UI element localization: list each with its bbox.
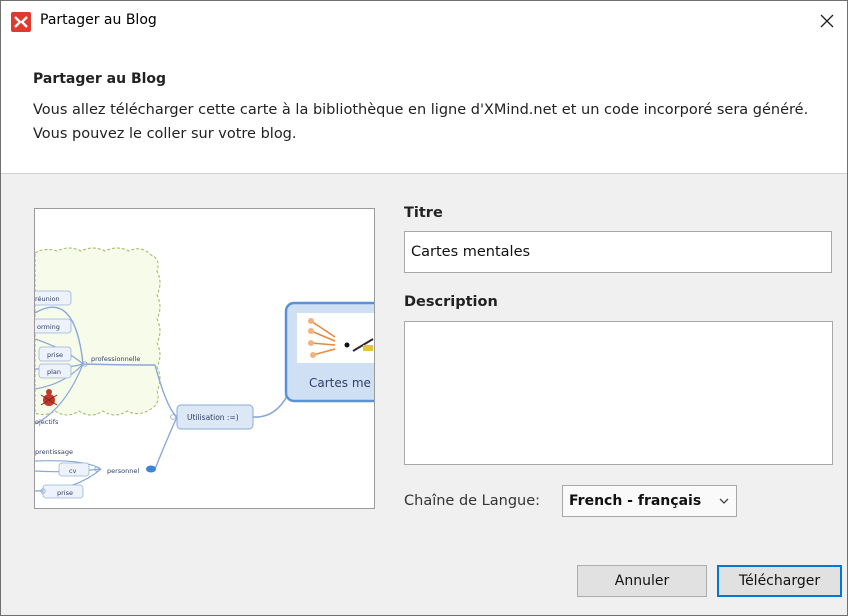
language-value: French - français	[569, 493, 702, 509]
node-prise-2: prise	[57, 489, 73, 497]
node-personnel: personnel	[107, 467, 139, 475]
node-storming: orming	[37, 323, 60, 331]
upload-button[interactable]: Télécharger	[717, 565, 842, 597]
node-prise: prise	[47, 351, 63, 359]
node-reunion: réunion	[35, 295, 60, 303]
dialog-header: Partager au Blog Vous allez télécharger …	[1, 41, 847, 174]
node-objectifs: ojectifs	[35, 418, 59, 426]
central-node-label: Cartes me	[309, 376, 371, 390]
cancel-button[interactable]: Annuler	[577, 565, 707, 597]
node-plan: plan	[47, 368, 61, 376]
title-bar: Partager au Blog	[1, 1, 847, 41]
map-preview: réunion orming prise plan ojectifs profe…	[34, 208, 375, 509]
node-cv: cv	[69, 467, 77, 475]
language-select[interactable]: French - français	[562, 485, 737, 517]
xmind-logo-icon	[11, 12, 31, 32]
description-textarea[interactable]	[404, 321, 833, 465]
close-icon	[820, 14, 834, 28]
header-description: Vous allez télécharger cette carte à la …	[33, 102, 809, 142]
node-apprentissage: prentissage	[35, 448, 73, 456]
chevron-down-icon	[719, 498, 729, 504]
title-input[interactable]	[404, 231, 832, 273]
description-label: Description	[404, 294, 498, 310]
node-utilisation: Utilisation :=)	[187, 413, 239, 422]
title-label: Titre	[404, 205, 443, 221]
node-professionnelle: professionnelle	[91, 355, 140, 363]
comment-icon	[146, 465, 156, 473]
language-label: Chaîne de Langue:	[404, 493, 541, 509]
share-blog-dialog: Partager au Blog Partager au Blog Vous a…	[0, 0, 848, 616]
header-title: Partager au Blog	[33, 71, 167, 87]
close-button[interactable]	[807, 1, 847, 41]
window-title: Partager au Blog	[40, 12, 157, 28]
